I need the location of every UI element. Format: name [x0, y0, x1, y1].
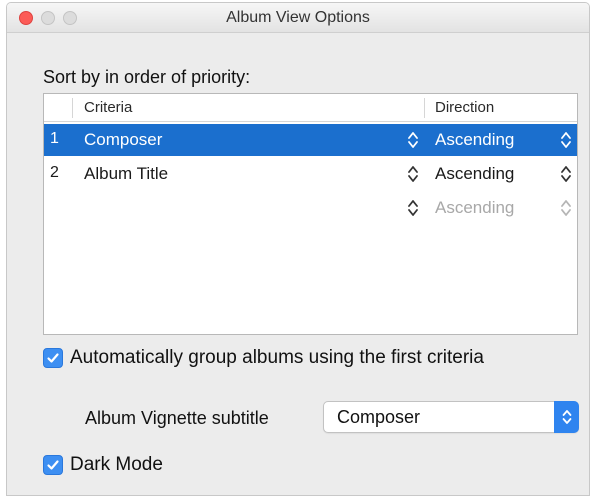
window-title: Album View Options	[226, 9, 370, 26]
sort-criteria-table: Criteria Direction 1 Composer Ascending …	[43, 93, 578, 335]
criteria-value[interactable]: Album Title	[84, 164, 168, 184]
dark-mode-label[interactable]: Dark Mode	[70, 454, 163, 476]
sort-heading: Sort by in order of priority:	[43, 67, 251, 87]
table-row[interactable]: 1 Composer Ascending	[44, 124, 577, 156]
vignette-subtitle-popup[interactable]: Composer	[323, 401, 579, 433]
criteria-value[interactable]: Composer	[84, 130, 162, 150]
column-divider	[72, 98, 73, 118]
table-row[interactable]: 2 Album Title Ascending	[44, 158, 577, 190]
auto-group-label[interactable]: Automatically group albums using the fir…	[70, 347, 484, 369]
row-number: 1	[50, 130, 59, 147]
criteria-stepper-icon[interactable]	[407, 198, 419, 218]
vignette-subtitle-label: Album Vignette subtitle	[85, 408, 269, 428]
auto-group-checkbox[interactable]	[43, 348, 63, 368]
table-header: Criteria Direction	[44, 94, 577, 122]
album-view-options-window: Album View Options Sort by in order of p…	[6, 2, 590, 496]
vignette-subtitle-value: Composer	[337, 407, 421, 427]
column-divider	[424, 98, 425, 118]
dark-mode-option[interactable]: Dark Mode	[43, 454, 163, 476]
checkmark-icon	[47, 460, 59, 470]
table-row[interactable]: Ascending	[44, 192, 577, 224]
column-header-direction[interactable]: Direction	[435, 99, 494, 116]
auto-group-option[interactable]: Automatically group albums using the fir…	[43, 347, 484, 369]
direction-value[interactable]: Ascending	[435, 130, 514, 150]
criteria-stepper-icon[interactable]	[407, 130, 419, 150]
titlebar: Album View Options	[7, 3, 589, 33]
direction-stepper-icon[interactable]	[560, 164, 572, 184]
criteria-stepper-icon[interactable]	[407, 164, 419, 184]
column-header-criteria[interactable]: Criteria	[84, 99, 132, 116]
direction-value[interactable]: Ascending	[435, 164, 514, 184]
direction-stepper-icon[interactable]	[560, 130, 572, 150]
popup-arrows-icon[interactable]	[554, 401, 579, 433]
dark-mode-checkbox[interactable]	[43, 455, 63, 475]
direction-value: Ascending	[435, 198, 515, 217]
direction-stepper-icon	[560, 198, 572, 218]
row-number: 2	[50, 164, 59, 181]
checkmark-icon	[47, 353, 59, 363]
